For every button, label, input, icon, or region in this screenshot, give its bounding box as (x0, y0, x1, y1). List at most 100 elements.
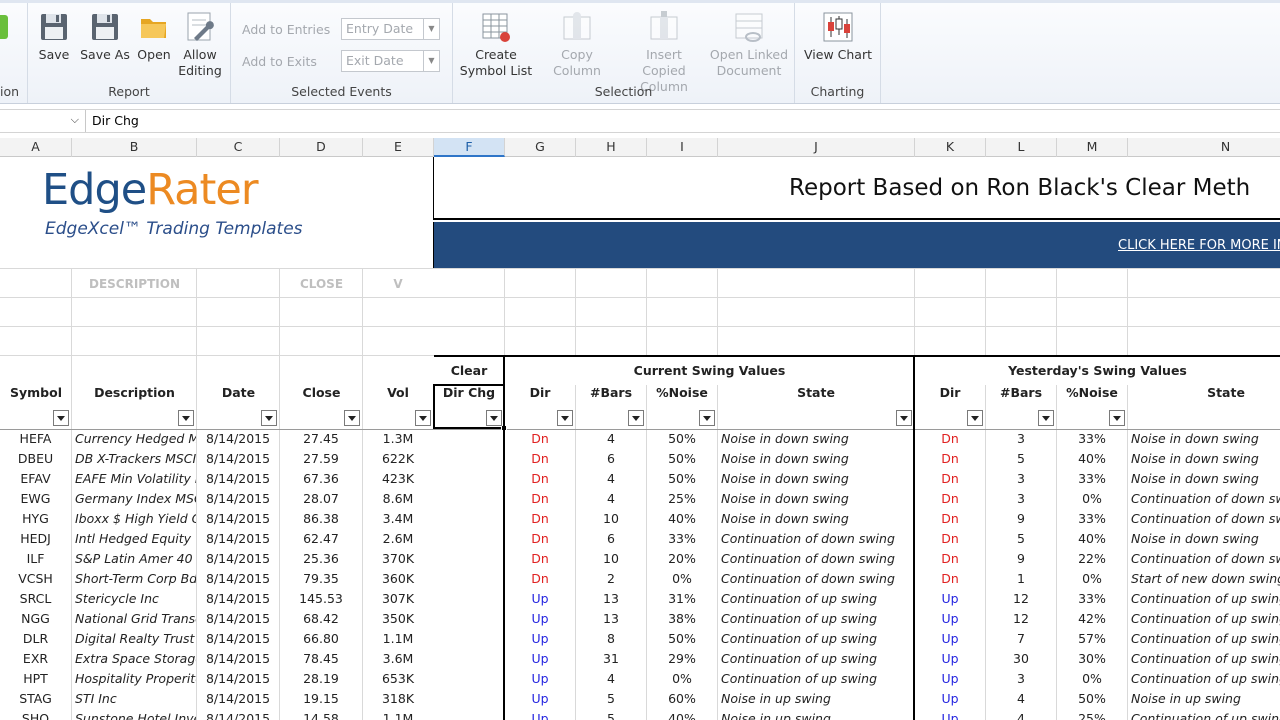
cell-yesterday-bars[interactable]: 12 (986, 589, 1056, 609)
cell-symbol[interactable]: EFAV (0, 469, 71, 489)
cell-description[interactable]: Short-Term Corp Bd (72, 569, 196, 589)
table-row[interactable]: HYG Iboxx $ High Yield Co 8/14/2015 86.38 3.… (0, 509, 1280, 529)
table-row[interactable]: SHO Sunstone Hotel Inve 8/14/2015 14.58 1.1M… (0, 709, 1280, 720)
cell-yesterday-bars[interactable]: 12 (986, 609, 1056, 629)
cell-description[interactable]: Hospitality Properite (72, 669, 196, 689)
cell-yesterday-state[interactable]: Noise in up swing (1128, 689, 1280, 709)
cell-noise[interactable]: 20% (647, 549, 717, 569)
cell-vol[interactable]: 8.6M (363, 489, 433, 509)
cell-yesterday-bars[interactable]: 3 (986, 489, 1056, 509)
cell-yesterday-noise[interactable]: 33% (1057, 589, 1127, 609)
cell-symbol[interactable]: NGG (0, 609, 71, 629)
cell-yesterday-dir[interactable]: Up (915, 669, 985, 689)
cell-yesterday-dir[interactable]: Dn (915, 509, 985, 529)
cell-close[interactable]: 66.80 (280, 629, 362, 649)
column-header-h[interactable]: H (576, 138, 647, 157)
add-to-exits-button[interactable]: Add to Exits (242, 54, 317, 69)
filter-button-dir[interactable] (557, 410, 573, 426)
cell-close[interactable]: 14.58 (280, 709, 362, 720)
cell-yesterday-dir[interactable]: Dn (915, 429, 985, 449)
table-row[interactable]: NGG National Grid Transe 8/14/2015 68.42 350… (0, 609, 1280, 629)
column-header-i[interactable]: I (647, 138, 718, 157)
column-header-n[interactable]: N (1128, 138, 1280, 157)
cell-yesterday-bars[interactable]: 3 (986, 669, 1056, 689)
cell-yesterday-state[interactable]: Continuation of up swing (1128, 649, 1280, 669)
cell-date[interactable]: 8/14/2015 (197, 629, 279, 649)
save-as-button[interactable]: Save As (78, 11, 132, 63)
cell-vol[interactable]: 370K (363, 549, 433, 569)
cell-date[interactable]: 8/14/2015 (197, 529, 279, 549)
cell-yesterday-state[interactable]: Noise in down swing (1128, 529, 1280, 549)
cell-noise[interactable]: 50% (647, 429, 717, 449)
cell-state[interactable]: Noise in down swing (718, 469, 914, 489)
table-row[interactable]: SRCL Stericycle Inc 8/14/2015 145.53 307K Up 1… (0, 589, 1280, 609)
cell-yesterday-state[interactable]: Noise in down swing (1128, 449, 1280, 469)
cell-vol[interactable]: 1.1M (363, 709, 433, 720)
cell-yesterday-bars[interactable]: 3 (986, 429, 1056, 449)
open-button[interactable]: Open (134, 11, 174, 63)
cell-state[interactable]: Noise in up swing (718, 689, 914, 709)
cell-yesterday-dir[interactable]: Dn (915, 569, 985, 589)
table-row[interactable]: VCSH Short-Term Corp Bd 8/14/2015 79.35 360K… (0, 569, 1280, 589)
cell-vol[interactable]: 1.1M (363, 629, 433, 649)
allow-editing-button[interactable]: Allow Editing (178, 11, 222, 79)
filter-button-yesterday-dir[interactable] (967, 410, 983, 426)
cell-bars[interactable]: 31 (576, 649, 646, 669)
cell-yesterday-dir[interactable]: Dn (915, 469, 985, 489)
cell-yesterday-dir[interactable]: Up (915, 649, 985, 669)
cell-noise[interactable]: 60% (647, 689, 717, 709)
cell-vol[interactable]: 423K (363, 469, 433, 489)
table-row[interactable]: EWG Germany Index MSC 8/14/2015 28.07 8.6M Dn… (0, 489, 1280, 509)
cell-yesterday-dir[interactable]: Up (915, 689, 985, 709)
cell-close[interactable]: 62.47 (280, 529, 362, 549)
cell-symbol[interactable]: SRCL (0, 589, 71, 609)
filter-button-vol[interactable] (415, 410, 431, 426)
cell-symbol[interactable]: DLR (0, 629, 71, 649)
cell-yesterday-dir[interactable]: Up (915, 589, 985, 609)
cell-description[interactable]: Extra Space Storage (72, 649, 196, 669)
cell-state[interactable]: Noise in down swing (718, 449, 914, 469)
cell-symbol[interactable]: ILF (0, 549, 71, 569)
filter-button-dir-chg[interactable] (486, 410, 502, 426)
cell-date[interactable]: 8/14/2015 (197, 709, 279, 720)
filter-button-noise[interactable] (699, 410, 715, 426)
cell-dir[interactable]: Dn (505, 449, 575, 469)
cell-yesterday-noise[interactable]: 30% (1057, 649, 1127, 669)
cell-dir[interactable]: Up (505, 629, 575, 649)
table-row[interactable]: DBEU DB X-Trackers MSCI 8/14/2015 27.59 622K… (0, 449, 1280, 469)
cell-state[interactable]: Continuation of up swing (718, 669, 914, 689)
cell-bars[interactable]: 4 (576, 429, 646, 449)
cell-noise[interactable]: 38% (647, 609, 717, 629)
cell-yesterday-state[interactable]: Continuation of down sw (1128, 549, 1280, 569)
save-button[interactable]: Save (36, 11, 72, 63)
cell-date[interactable]: 8/14/2015 (197, 509, 279, 529)
cell-description[interactable]: Intl Hedged Equity W (72, 529, 196, 549)
add-to-entries-button[interactable]: Add to Entries (242, 22, 330, 37)
cell-noise[interactable]: 40% (647, 509, 717, 529)
cell-yesterday-dir[interactable]: Dn (915, 489, 985, 509)
cell-dir[interactable]: Dn (505, 569, 575, 589)
cell-dir[interactable]: Up (505, 689, 575, 709)
cell-close[interactable]: 79.35 (280, 569, 362, 589)
cell-state[interactable]: Continuation of down swing (718, 569, 914, 589)
cell-symbol[interactable]: SHO (0, 709, 71, 720)
cell-yesterday-noise[interactable]: 0% (1057, 489, 1127, 509)
table-row[interactable]: HEDJ Intl Hedged Equity W 8/14/2015 62.47 2.… (0, 529, 1280, 549)
cell-date[interactable]: 8/14/2015 (197, 429, 279, 449)
cell-yesterday-state[interactable]: Continuation of up swing (1128, 609, 1280, 629)
cell-date[interactable]: 8/14/2015 (197, 689, 279, 709)
cell-state[interactable]: Continuation of up swing (718, 609, 914, 629)
cell-state[interactable]: Continuation of up swing (718, 589, 914, 609)
table-row[interactable]: DLR Digital Realty Trust 8/14/2015 66.80 1.1… (0, 629, 1280, 649)
cell-dir[interactable]: Dn (505, 529, 575, 549)
cell-dir[interactable]: Up (505, 669, 575, 689)
chevron-down-icon[interactable]: ▼ (423, 19, 439, 39)
formula-input[interactable]: Dir Chg (92, 113, 139, 128)
cell-bars[interactable]: 6 (576, 449, 646, 469)
cell-description[interactable]: National Grid Transe (72, 609, 196, 629)
cell-yesterday-noise[interactable]: 57% (1057, 629, 1127, 649)
exit-date-combo[interactable]: Exit Date ▼ (341, 50, 440, 72)
cell-bars[interactable]: 13 (576, 589, 646, 609)
cell-description[interactable]: STI Inc (72, 689, 196, 709)
cell-vol[interactable]: 350K (363, 609, 433, 629)
